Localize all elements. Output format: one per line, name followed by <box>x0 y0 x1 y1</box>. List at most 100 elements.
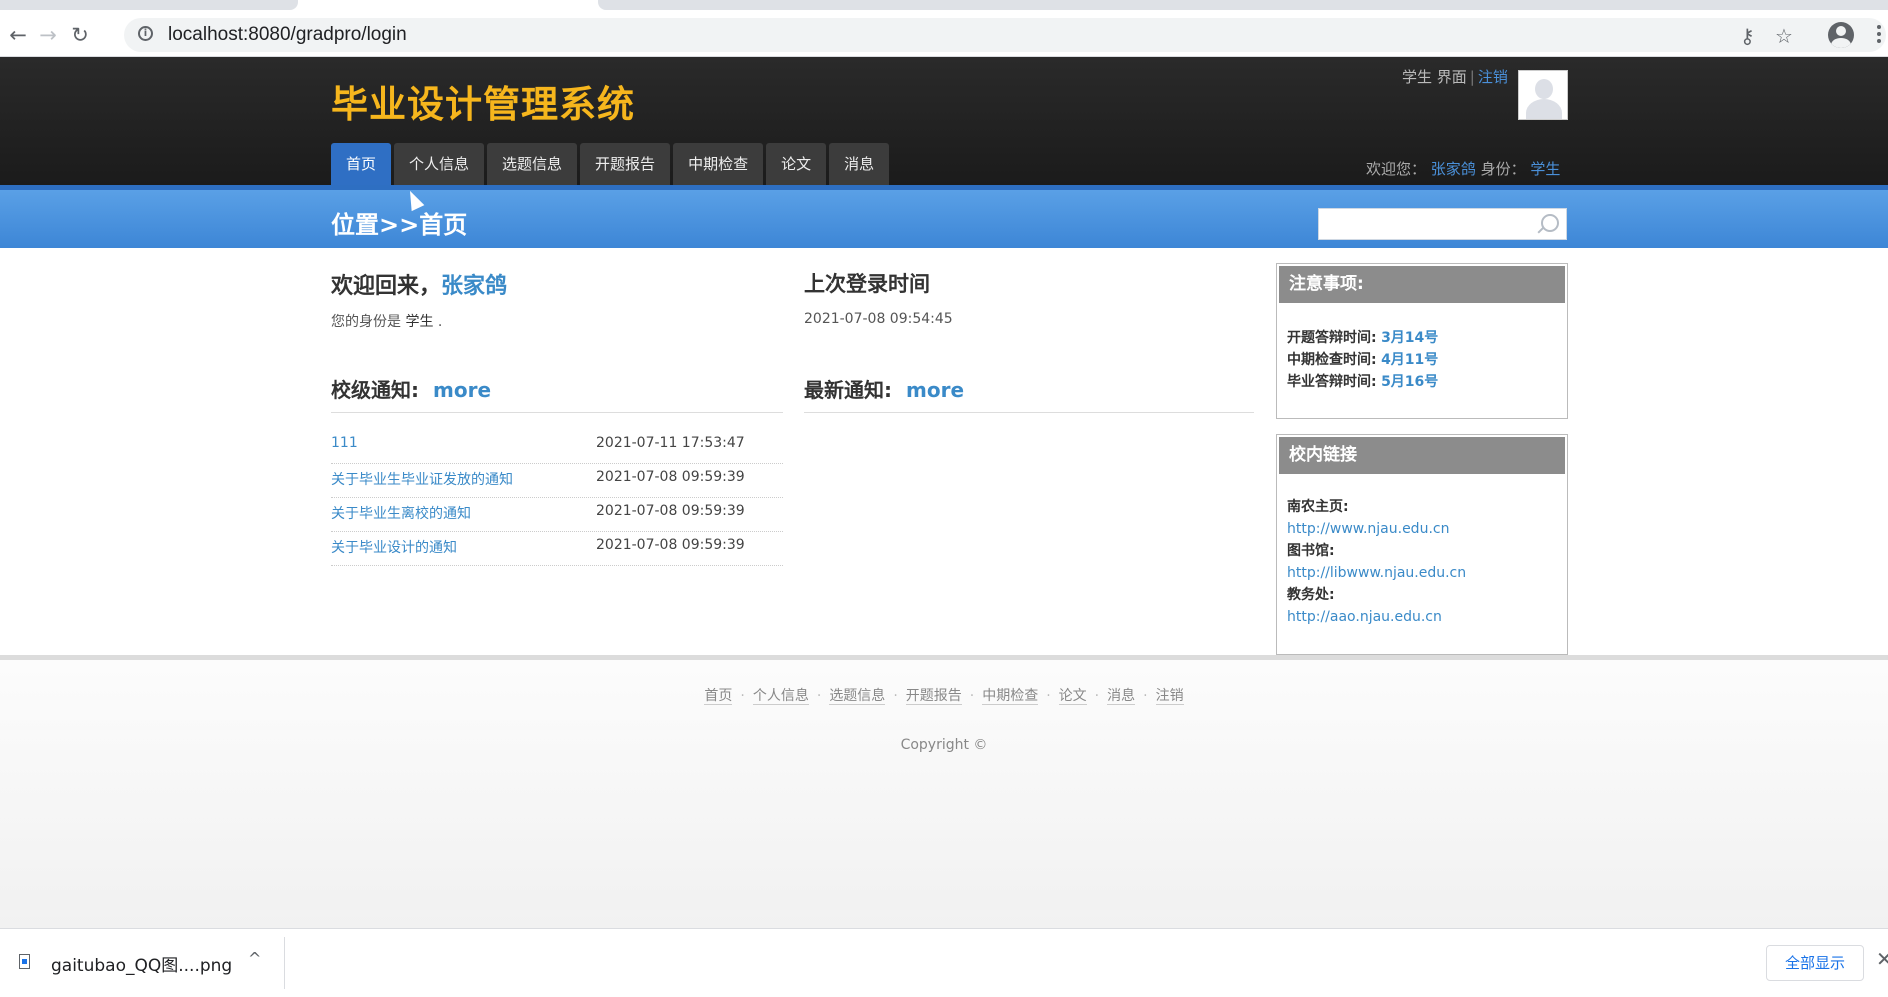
welcome-prefix: 欢迎您： <box>1366 160 1427 178</box>
notes-title: 注意事项: <box>1279 266 1565 303</box>
back-icon[interactable]: ← <box>5 22 31 48</box>
role-prefix: 身份： <box>1480 160 1526 178</box>
footer-link-midterm[interactable]: 中期检查 <box>982 688 1039 705</box>
note-value: 5月16号 <box>1381 374 1439 390</box>
logout-link[interactable]: 注销 <box>1478 68 1508 86</box>
list-item: 关于毕业设计的通知 2021-07-08 09:59:39 <box>331 532 783 566</box>
menu-icon[interactable] <box>1874 22 1884 48</box>
link-label: 图书馆: <box>1287 543 1335 559</box>
tab-strip <box>0 0 1888 14</box>
browser-tab[interactable] <box>0 0 298 10</box>
footer-link-personal-info[interactable]: 个人信息 <box>752 688 809 705</box>
school-notice-heading: 校级通知: more <box>331 374 491 403</box>
footer-link-home[interactable]: 首页 <box>704 688 733 705</box>
star-icon[interactable]: ☆ <box>1775 25 1793 47</box>
note-item: 中期检查时间: 4月11号 <box>1287 349 1557 371</box>
footer-link-logout[interactable]: 注销 <box>1155 688 1184 705</box>
main-nav: 首页 个人信息 选题信息 开题报告 中期检查 论文 消息 <box>331 143 892 185</box>
footer-dot: · <box>893 688 898 704</box>
footer-dot: · <box>1094 688 1100 704</box>
latest-notice-title: 最新通知: <box>804 378 892 402</box>
chevron-up-icon[interactable]: ^ <box>248 949 261 968</box>
show-all-button[interactable]: 全部显示 <box>1766 945 1864 981</box>
latest-notice-more-link[interactable]: more <box>906 378 964 402</box>
nav-item-thesis[interactable]: 论文 <box>766 143 827 185</box>
divider <box>331 412 783 413</box>
links-content: 南农主页: http://www.njau.edu.cn 图书馆: http:/… <box>1277 476 1567 638</box>
footer-link-messages[interactable]: 消息 <box>1107 688 1136 705</box>
site-title: 毕业设计管理系统 <box>331 83 635 126</box>
key-icon[interactable]: ⚷ <box>1740 25 1755 47</box>
list-item: 关于毕业生离校的通知 2021-07-08 09:59:39 <box>331 498 783 532</box>
school-notice-more-link[interactable]: more <box>433 378 491 402</box>
note-value: 4月11号 <box>1381 352 1439 368</box>
welcome-name: 张家鸽 <box>441 274 508 299</box>
role-interface-text: 学生 界面 <box>1402 68 1467 86</box>
homepage-link[interactable]: http://www.njau.edu.cn <box>1287 518 1557 540</box>
role-value: 学生 <box>405 314 434 330</box>
welcome-bar: 欢迎您： 张家鸽 身份： 学生 <box>1366 158 1560 179</box>
info-icon[interactable]: i <box>138 26 153 41</box>
profile-icon[interactable] <box>1828 22 1854 48</box>
welcome-heading: 欢迎回来，张家鸽 <box>331 268 507 300</box>
footer-dot: · <box>816 688 822 704</box>
nav-item-midterm[interactable]: 中期检查 <box>673 143 764 185</box>
note-label: 中期检查时间: <box>1287 352 1377 368</box>
nav-item-home[interactable]: 首页 <box>331 143 392 185</box>
nav-item-topic-info[interactable]: 选题信息 <box>487 143 578 185</box>
role-line-prefix: 您的身份是 <box>331 314 401 330</box>
notice-title-link[interactable]: 关于毕业设计的通知 <box>331 537 457 557</box>
search-icon[interactable] <box>1541 214 1559 232</box>
notice-title-link[interactable]: 关于毕业生离校的通知 <box>331 503 471 523</box>
role-link[interactable]: 学生 <box>1530 160 1560 178</box>
nav-item-messages[interactable]: 消息 <box>829 143 890 185</box>
username-link[interactable]: 张家鸽 <box>1431 160 1476 178</box>
role-line-suffix: . <box>437 314 443 330</box>
breadcrumb: 位置>>首页 <box>331 211 468 239</box>
note-value: 3月14号 <box>1381 330 1439 346</box>
notice-time: 2021-07-08 09:59:39 <box>596 469 745 485</box>
notice-title-link[interactable]: 111 <box>331 435 358 451</box>
footer-link-topic-info[interactable]: 选题信息 <box>829 688 886 705</box>
forward-icon[interactable]: → <box>35 22 61 48</box>
footer-dot: · <box>740 688 745 704</box>
copyright: Copyright © <box>900 737 988 753</box>
address-url[interactable]: localhost:8080/gradpro/login <box>168 24 407 46</box>
avatar[interactable] <box>1518 70 1568 120</box>
nav-item-personal-info[interactable]: 个人信息 <box>394 143 485 185</box>
note-label: 毕业答辩时间: <box>1287 374 1377 390</box>
note-item: 毕业答辩时间: 5月16号 <box>1287 371 1557 393</box>
role-line: 您的身份是 学生 . <box>331 311 442 331</box>
download-file-name[interactable]: gaitubao_QQ图....png <box>51 951 232 976</box>
download-bar: gaitubao_QQ图....png ^ 全部显示 ✕ <box>0 928 1888 997</box>
footer-link-proposal[interactable]: 开题报告 <box>905 688 962 705</box>
site-header: 毕业设计管理系统 学生 界面 | 注销 首页 个人信息 选题信息 开题报告 中期检查… <box>0 57 1888 185</box>
breadcrumb-band: 位置>>首页 <box>0 185 1888 248</box>
footer-link-thesis[interactable]: 论文 <box>1058 688 1087 705</box>
search-box[interactable] <box>1318 208 1567 240</box>
close-icon[interactable]: ✕ <box>1876 947 1888 971</box>
links-box: 校内链接 南农主页: http://www.njau.edu.cn 图书馆: h… <box>1276 434 1568 655</box>
welcome-prefix-text: 欢迎回来， <box>331 274 442 299</box>
last-login-title: 上次登录时间 <box>804 272 930 296</box>
notice-time: 2021-07-08 09:59:39 <box>596 503 745 519</box>
search-input[interactable] <box>1325 213 1529 237</box>
reload-icon[interactable]: ↻ <box>67 22 93 48</box>
notice-time: 2021-07-08 09:59:39 <box>596 537 745 553</box>
separator: | <box>1469 68 1475 86</box>
browser-tab-inactive[interactable] <box>598 0 1888 10</box>
nav-item-proposal[interactable]: 开题报告 <box>580 143 671 185</box>
notice-time: 2021-07-11 17:53:47 <box>596 435 745 451</box>
divider <box>804 412 1254 413</box>
school-notice-title: 校级通知: <box>331 378 419 402</box>
notes-box: 注意事项: 开题答辩时间: 3月14号 中期检查时间: 4月11号 毕业答辩时间… <box>1276 263 1568 419</box>
notice-title-link[interactable]: 关于毕业生毕业证发放的通知 <box>331 469 513 489</box>
link-label: 南农主页: <box>1287 499 1349 515</box>
library-link[interactable]: http://libwww.njau.edu.cn <box>1287 562 1557 584</box>
academic-office-link[interactable]: http://aao.njau.edu.cn <box>1287 606 1557 628</box>
last-login-time: 2021-07-08 09:54:45 <box>804 311 953 327</box>
note-item: 开题答辩时间: 3月14号 <box>1287 327 1557 349</box>
footer: 首页 · 个人信息 · 选题信息 · 开题报告 · 中期检查 · 论文 · 消息 · 注销 Copyrigh… <box>0 660 1888 928</box>
address-bar[interactable]: i localhost:8080/gradpro/login ⚷ ☆ <box>124 18 1886 52</box>
download-item[interactable]: gaitubao_QQ图....png ^ <box>0 937 285 989</box>
